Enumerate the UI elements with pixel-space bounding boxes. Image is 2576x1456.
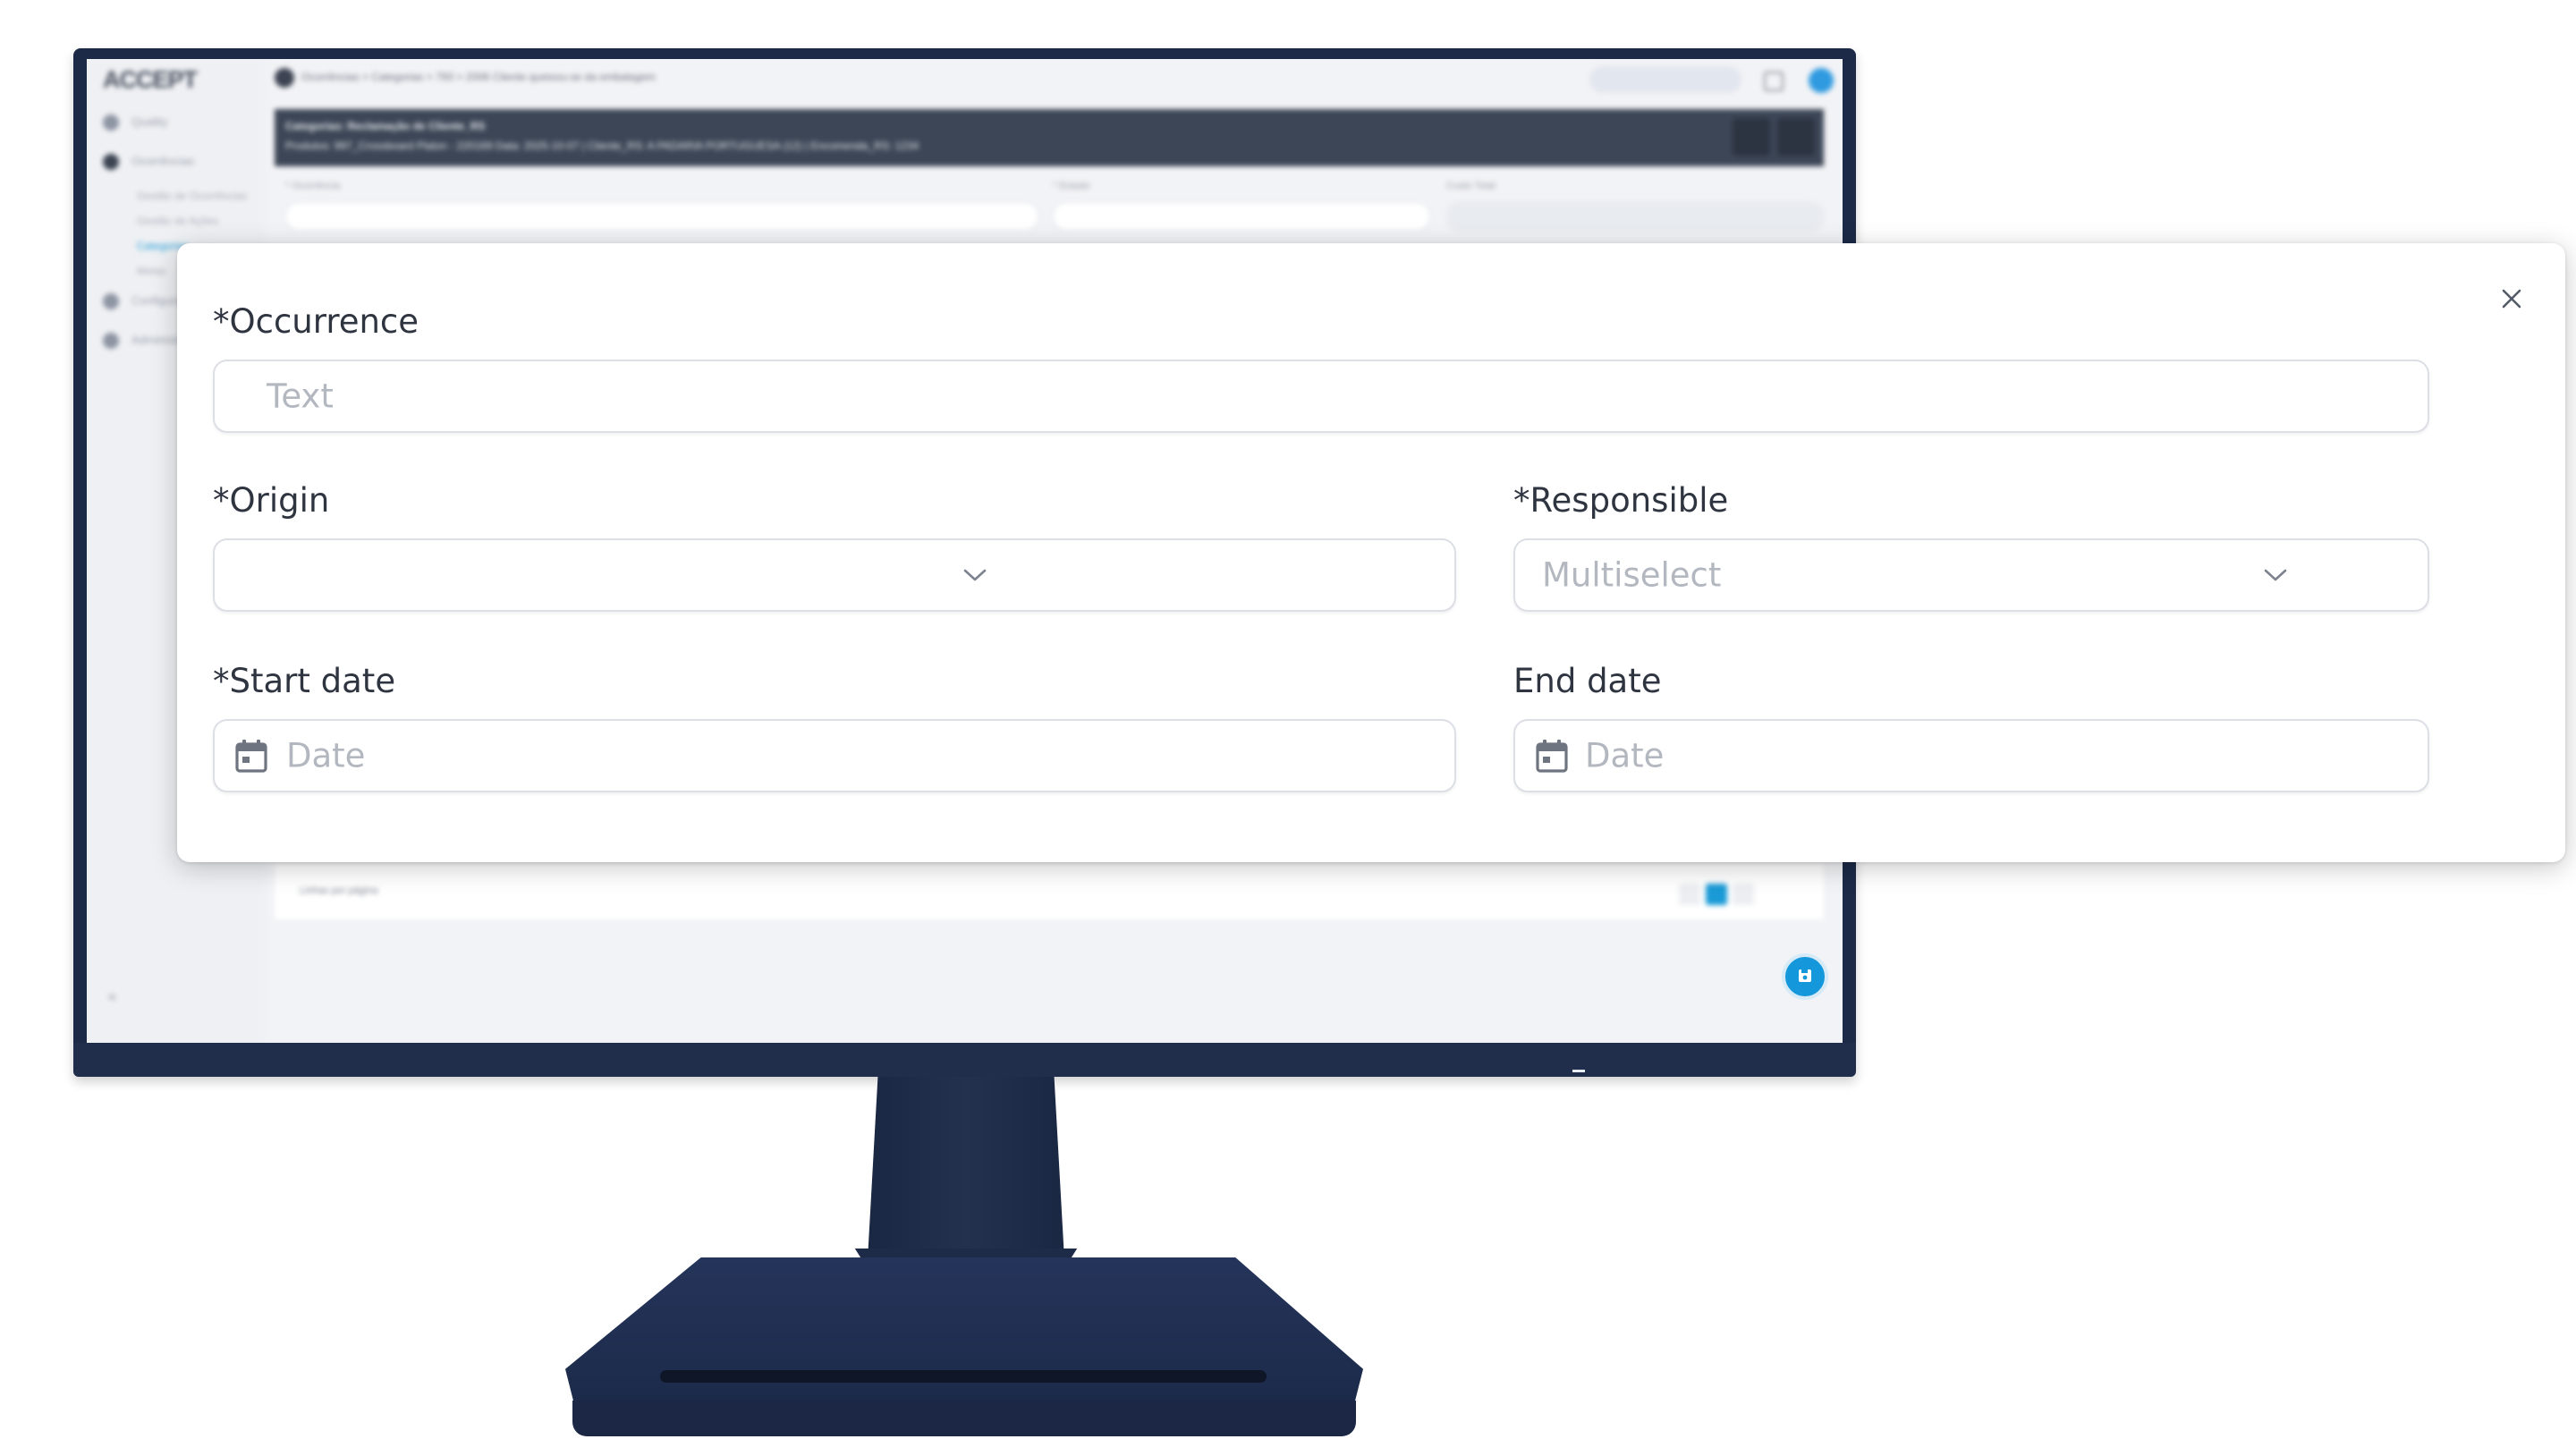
collapse-sidebar-icon[interactable]: « (108, 989, 116, 1005)
app-logo: ACCEPT (103, 66, 198, 93)
subnav-item[interactable]: Metas (137, 265, 166, 277)
power-indicator (1572, 1070, 1585, 1072)
save-icon (1799, 969, 1811, 982)
subnav-item[interactable]: Gestão de Ações (137, 215, 218, 227)
monitor-stand-slot (660, 1370, 1267, 1383)
estado-field[interactable] (1053, 202, 1430, 231)
responsible-multiselect[interactable]: Multiselect (1513, 538, 2429, 612)
record-header: Categorias: Reclamação de Cliente_RS Pro… (275, 109, 1824, 166)
occurrence-placeholder: Text (267, 377, 334, 416)
save-button[interactable] (1782, 953, 1828, 1000)
start-date-label: *Start date (213, 662, 396, 700)
chevron-down-icon (2264, 569, 2287, 581)
rows-per-page-label: Linhas por página (300, 885, 378, 896)
page-button[interactable] (1706, 884, 1727, 905)
responsible-placeholder: Multiselect (1542, 555, 1722, 595)
monitor-stand-foot (572, 1401, 1356, 1436)
calendar-icon (1536, 740, 1568, 773)
end-date-picker[interactable]: Date (1513, 719, 2429, 792)
origin-label: *Origin (213, 481, 330, 520)
custo-field (1446, 202, 1824, 231)
end-date-placeholder: Date (1585, 736, 1665, 775)
monitor-chin (73, 1043, 1856, 1077)
chevron-down-icon (963, 569, 987, 581)
origin-select[interactable] (213, 538, 1456, 612)
edit-button[interactable] (1733, 118, 1770, 156)
sidebar-item-ocorrencias[interactable]: Ocorrências (103, 154, 194, 170)
close-button[interactable] (2494, 281, 2529, 317)
breadcrumb: Ocorrências > Categorias > 793 > 2006 Cl… (275, 68, 656, 88)
start-date-picker[interactable]: Date (213, 719, 1456, 792)
start-date-placeholder: Date (286, 736, 366, 775)
prev-page-button[interactable] (1679, 884, 1700, 905)
header-details: Produtos: 997_Crossboard Platon - 220169… (285, 140, 919, 152)
close-icon (2502, 289, 2521, 309)
sidebar-item-quality[interactable]: Quality (103, 114, 167, 131)
subnav-item[interactable]: Gestão de Ocorrências (137, 190, 247, 202)
table-footer: Linhas por página (275, 864, 1824, 919)
header-categories: Categorias: Reclamação de Cliente_RS (285, 120, 486, 132)
occurrence-label: *Occurrence (213, 302, 419, 341)
more-button[interactable] (1777, 118, 1815, 156)
calendar-icon (235, 740, 267, 773)
responsible-label: *Responsible (1513, 481, 1729, 520)
avatar[interactable] (1809, 68, 1834, 93)
end-date-label: End date (1513, 662, 1662, 700)
field-label: * Estado (1053, 181, 1090, 191)
global-search[interactable] (1589, 66, 1741, 93)
field-label: * Ocorrência (285, 181, 341, 191)
new-occurrence-modal: *Occurrence Text *Origin *Responsible Mu… (177, 243, 2565, 862)
occurrence-input[interactable]: Text (213, 360, 2429, 433)
next-page-button[interactable] (1733, 884, 1754, 905)
calendar-icon[interactable] (1764, 72, 1784, 91)
field-label: Custo Total (1446, 181, 1496, 191)
ocorrencia-field[interactable] (285, 202, 1038, 231)
